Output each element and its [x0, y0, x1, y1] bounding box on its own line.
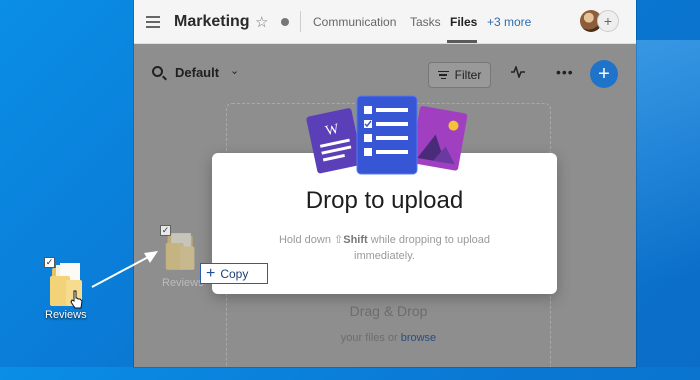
drag-arrow-icon: [91, 251, 158, 288]
activity-icon[interactable]: [511, 66, 525, 78]
channel-title: Marketing: [174, 12, 250, 30]
dropzone-title: Drag & Drop: [349, 303, 428, 319]
word-document-icon: W: [306, 108, 363, 174]
status-dot-icon: [281, 0, 289, 43]
chevron-down-icon[interactable]: ⌄: [230, 64, 239, 77]
desktop-file-label[interactable]: Reviews: [45, 309, 87, 321]
copy-tooltip: + Copy: [200, 263, 268, 284]
modal-title: Drop to upload: [305, 187, 464, 214]
hint-suffix: while dropping to upload immediately.: [354, 234, 491, 262]
more-tabs-link[interactable]: +3 more: [487, 0, 531, 43]
tab-tasks[interactable]: Tasks: [410, 0, 441, 43]
filter-button-label: Filter: [454, 68, 482, 82]
dropzone-subtitle: your files or browse: [227, 332, 550, 344]
hint-prefix: Hold down: [278, 234, 331, 246]
app-header: Marketing ☆ Communication Tasks Files +3…: [134, 0, 636, 44]
filter-icon: [437, 70, 449, 80]
image-file-icon: [410, 106, 468, 171]
filter-button[interactable]: Filter: [428, 62, 491, 88]
tab-files[interactable]: Files: [450, 0, 477, 43]
modal-hint: Hold down ⇧Shift while dropping to uploa…: [252, 232, 517, 264]
hint-key: Shift: [343, 234, 368, 246]
dropzone-subtitle-text: your files or: [340, 332, 398, 344]
header-divider: [300, 11, 301, 32]
plus-icon: +: [206, 264, 216, 282]
add-file-button[interactable]: +: [590, 60, 618, 88]
view-selector-label[interactable]: Default: [175, 65, 219, 80]
shift-key-icon: ⇧: [334, 234, 344, 246]
tab-communication[interactable]: Communication: [313, 0, 396, 43]
dragged-file-label: Reviews: [162, 277, 204, 289]
add-member-button[interactable]: +: [597, 10, 619, 32]
list-document-icon: [356, 95, 418, 175]
browse-link[interactable]: browse: [401, 332, 436, 344]
hamburger-icon[interactable]: [146, 0, 160, 43]
dragged-folder-icon: [165, 233, 195, 270]
cursor-icon: [70, 290, 83, 309]
search-icon[interactable]: [152, 66, 163, 77]
upload-illustration: W: [306, 95, 468, 175]
star-icon[interactable]: ☆: [255, 0, 268, 43]
active-tab-indicator: [447, 40, 477, 43]
more-icon[interactable]: •••: [556, 64, 574, 80]
copy-tooltip-label: Copy: [220, 266, 249, 281]
